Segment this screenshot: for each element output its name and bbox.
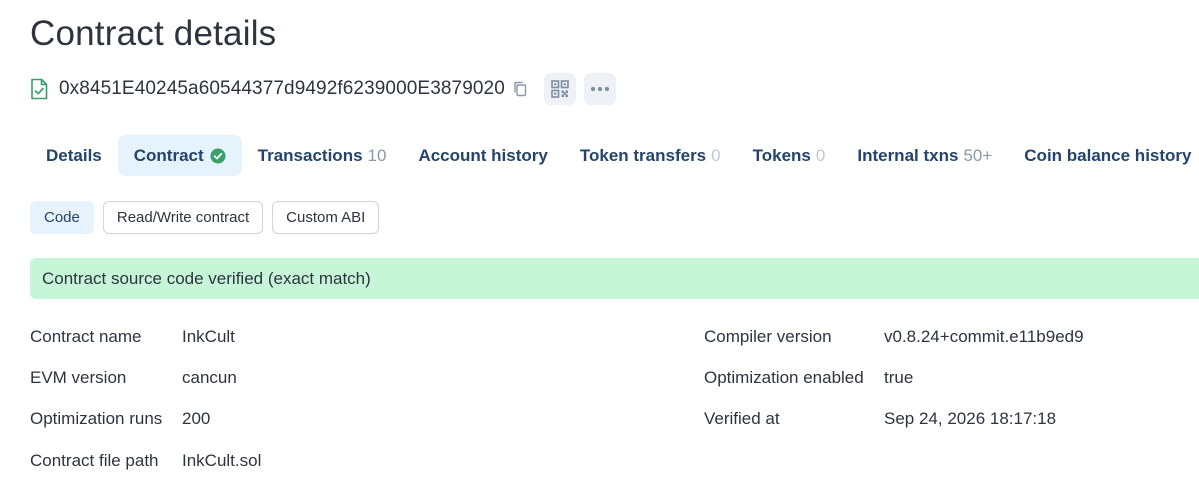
qr-code-icon bbox=[551, 80, 569, 98]
detail-label: Optimization runs bbox=[30, 408, 163, 428]
verification-text: Contract source code verified (exact mat… bbox=[42, 268, 371, 288]
page-title: Contract details bbox=[30, 14, 277, 53]
subtab-code[interactable]: Code bbox=[30, 201, 94, 234]
detail-value: 200 bbox=[182, 408, 211, 428]
tab-label: Tokens bbox=[752, 145, 811, 165]
detail-evm-version: EVM version cancun bbox=[30, 357, 237, 398]
copy-icon[interactable] bbox=[513, 81, 527, 97]
detail-optimization-enabled: Optimization enabled true bbox=[704, 357, 913, 398]
verification-banner: Contract source code verified (exact mat… bbox=[30, 258, 1199, 299]
detail-value: v0.8.24+commit.e11b9ed9 bbox=[884, 326, 1084, 346]
contract-address: 0x8451E40245a60544377d9492f6239000E38790… bbox=[59, 78, 505, 99]
tab-contract[interactable]: Contract bbox=[117, 135, 242, 176]
detail-verified-at: Verified at Sep 24, 2026 18:17:18 bbox=[704, 398, 1056, 439]
qr-code-button[interactable] bbox=[543, 73, 576, 105]
tab-label: Internal txns bbox=[857, 145, 959, 165]
detail-value: Sep 24, 2026 18:17:18 bbox=[884, 408, 1057, 428]
main-tabs: Details Contract Transactions 10 Account… bbox=[30, 135, 1199, 176]
subtab-custom-abi[interactable]: Custom ABI bbox=[272, 201, 380, 234]
tab-internal-txns[interactable]: Internal txns 50+ bbox=[841, 135, 1008, 176]
detail-contract-name: Contract name InkCult bbox=[30, 316, 235, 357]
tab-token-transfers[interactable]: Token transfers 0 bbox=[564, 135, 737, 176]
detail-value: cancun bbox=[182, 367, 237, 387]
detail-label: EVM version bbox=[30, 367, 127, 387]
more-horizontal-icon bbox=[590, 86, 610, 92]
detail-label: Verified at bbox=[704, 408, 780, 428]
address-row: 0x8451E40245a60544377d9492f6239000E38790… bbox=[30, 72, 616, 106]
tab-label: Transactions bbox=[257, 145, 363, 165]
more-button[interactable] bbox=[583, 73, 616, 105]
detail-label: Optimization enabled bbox=[704, 367, 864, 387]
detail-value: InkCult bbox=[182, 326, 235, 346]
file-check-icon bbox=[30, 78, 50, 100]
tab-tokens[interactable]: Tokens 0 bbox=[737, 135, 842, 176]
page: Contract details 0x8451E40245a60544377d9… bbox=[0, 0, 1199, 492]
tab-details[interactable]: Details bbox=[30, 135, 118, 176]
detail-value: InkCult.sol bbox=[182, 450, 262, 470]
detail-value: true bbox=[884, 367, 914, 387]
tab-label: Contract bbox=[133, 145, 204, 165]
contract-subtabs: Code Read/Write contract Custom ABI bbox=[30, 201, 388, 234]
tab-count: 0 bbox=[815, 145, 826, 165]
tab-label: Details bbox=[46, 145, 102, 165]
tab-count: 50+ bbox=[963, 145, 993, 165]
detail-optimization-runs: Optimization runs 200 bbox=[30, 398, 210, 439]
tab-label: Coin balance history bbox=[1024, 145, 1192, 165]
detail-label: Contract name bbox=[30, 326, 142, 346]
detail-compiler-version: Compiler version v0.8.24+commit.e11b9ed9 bbox=[704, 316, 1084, 357]
tab-label: Account history bbox=[418, 145, 548, 165]
tab-account-history[interactable]: Account history bbox=[402, 135, 563, 176]
check-circle-icon bbox=[210, 148, 226, 164]
detail-label: Compiler version bbox=[704, 326, 832, 346]
tab-coin-balance-history[interactable]: Coin balance history bbox=[1008, 135, 1199, 176]
detail-label: Contract file path bbox=[30, 450, 159, 470]
tab-count: 10 bbox=[367, 145, 387, 165]
tab-transactions[interactable]: Transactions 10 bbox=[242, 135, 403, 176]
tab-label: Token transfers bbox=[579, 145, 707, 165]
tab-count: 0 bbox=[711, 145, 721, 165]
detail-contract-file-path: Contract file path InkCult.sol bbox=[30, 440, 261, 481]
subtab-read-write-contract[interactable]: Read/Write contract bbox=[102, 201, 264, 234]
